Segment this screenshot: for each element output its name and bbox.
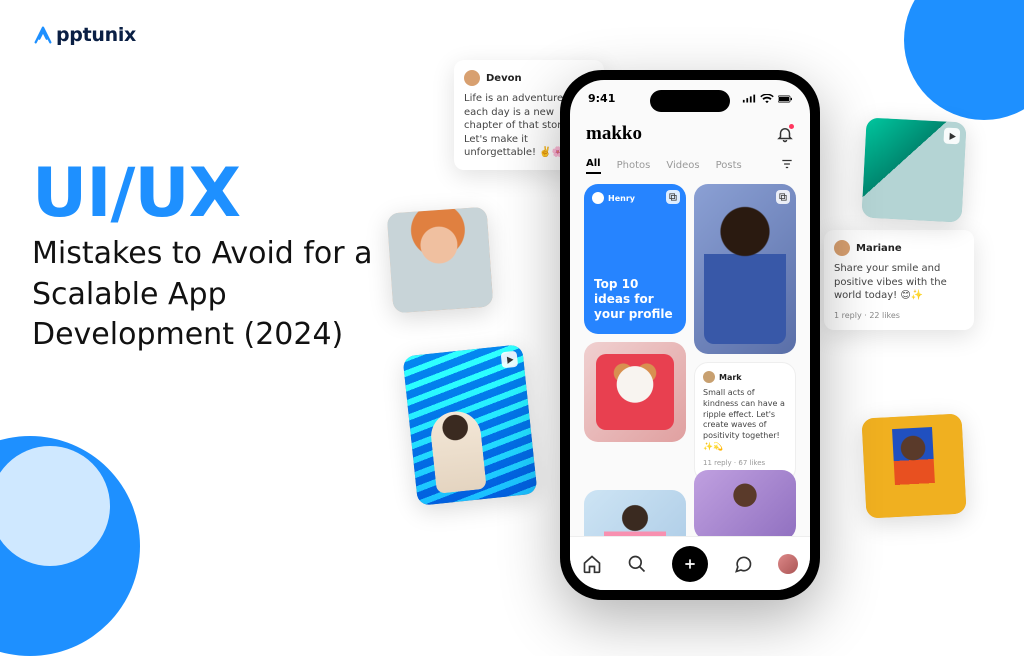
decorative-corner-top-right <box>904 0 1024 120</box>
feed-card-tips[interactable]: Henry Top 10 ideas for your profile <box>584 184 686 334</box>
search-icon[interactable] <box>627 554 647 574</box>
avatar <box>464 70 480 86</box>
post-text: Share your smile and positive vibes with… <box>834 262 964 303</box>
profile-avatar[interactable] <box>778 554 798 574</box>
floating-image-building <box>402 344 537 506</box>
phone-notch <box>650 90 730 112</box>
floating-image-portrait <box>387 207 494 314</box>
video-badge-icon <box>943 128 960 145</box>
tab-videos[interactable]: Videos <box>666 160 699 171</box>
video-badge-icon <box>501 351 519 369</box>
post-meta: 1 reply · 22 likes <box>834 311 964 320</box>
tab-all[interactable]: All <box>586 158 601 174</box>
feed-tabs: All Photos Videos Posts <box>570 151 810 184</box>
logo: pptunix <box>32 24 136 46</box>
home-icon[interactable] <box>582 554 602 574</box>
feed-card-photo-purple[interactable] <box>694 470 796 540</box>
feed-grid: Henry Top 10 ideas for your profile Mark… <box>570 184 810 590</box>
app-brand: makko <box>586 123 642 145</box>
feed-author: Mark <box>719 373 742 382</box>
decorative-corner-bottom-left <box>0 436 140 656</box>
floating-image-woman <box>861 413 966 518</box>
gallery-badge-icon <box>666 190 680 204</box>
post-card-mariane: Mariane Share your smile and positive vi… <box>824 230 974 330</box>
avatar <box>592 192 604 204</box>
chat-icon[interactable] <box>733 554 753 574</box>
gallery-badge-icon <box>776 190 790 204</box>
phone-screen: 9:41 makko All Photos Videos Posts Henry <box>570 80 810 590</box>
logo-mark-icon <box>32 24 54 46</box>
tab-photos[interactable]: Photos <box>617 160 651 171</box>
status-time: 9:41 <box>588 92 615 105</box>
feed-text: Small acts of kindness can have a ripple… <box>703 388 787 453</box>
feed-card-photo-man[interactable] <box>694 184 796 354</box>
phone-mockup: 9:41 makko All Photos Videos Posts Henry <box>560 70 820 600</box>
headline-title: UI/UX <box>32 160 392 228</box>
headline: UI/UX Mistakes to Avoid for a Scalable A… <box>32 160 392 356</box>
avatar <box>834 240 850 256</box>
signal-icon <box>742 94 756 104</box>
add-button[interactable] <box>672 546 708 582</box>
logo-text: pptunix <box>56 24 136 46</box>
bottom-nav <box>570 536 810 590</box>
feed-meta: 11 reply · 67 likes <box>703 459 787 467</box>
floating-image-hand <box>861 117 966 222</box>
tab-posts[interactable]: Posts <box>716 160 742 171</box>
headline-subtitle: Mistakes to Avoid for a Scalable App Dev… <box>32 234 392 356</box>
battery-icon <box>778 94 792 104</box>
notification-bell-icon[interactable] <box>776 125 794 143</box>
feed-card-text-mark[interactable]: Mark Small acts of kindness can have a r… <box>694 362 796 482</box>
wifi-icon <box>760 94 774 104</box>
post-author: Mariane <box>856 243 902 254</box>
post-author: Devon <box>486 73 522 84</box>
feed-card-title: Top 10 ideas for your profile <box>594 277 676 322</box>
feed-author: Henry <box>608 194 635 203</box>
filter-icon[interactable] <box>780 157 794 174</box>
feed-card-photo-dog[interactable] <box>584 342 686 442</box>
avatar <box>703 371 715 383</box>
